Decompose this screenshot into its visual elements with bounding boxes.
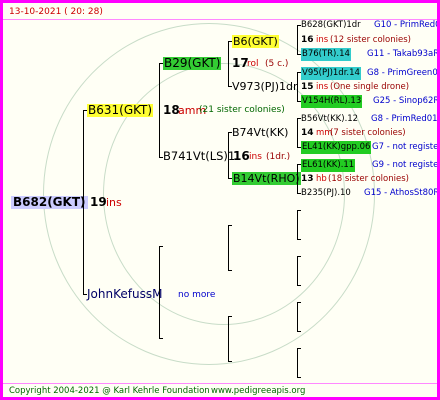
gen4-note: (7 sister colonies): [330, 128, 406, 138]
gen4-note: (18 sister colonies): [328, 174, 409, 184]
gen4-count: 15: [301, 82, 314, 92]
root-queen-name[interactable]: B682(GKT): [11, 196, 88, 209]
ff-bracket: [228, 41, 229, 87]
header-divider: [3, 19, 437, 20]
gen4-queen[interactable]: B76(TR).14: [301, 48, 351, 61]
bracket-tick: [297, 256, 301, 257]
bracket-tick: [297, 239, 301, 240]
gen4-queen[interactable]: B628(GKT)1dr: [301, 19, 361, 32]
fmf-bracket: [297, 118, 298, 148]
gen4-queen[interactable]: V154H(RL).13: [301, 95, 363, 108]
gen4-generation: G15 - AthosSt80R: [364, 188, 440, 198]
fm-note: (1dr.): [266, 152, 291, 162]
fff-bracket: [297, 25, 298, 55]
empty-bracket: [297, 210, 298, 240]
fff-queen-name[interactable]: B6(GKT): [232, 35, 279, 48]
ff-unit: rol: [247, 59, 259, 69]
footer-copyright: Copyright 2004-2021 @ Karl Kehrle Founda…: [9, 386, 210, 396]
gen4-unit: hb: [316, 174, 327, 184]
bracket-tick: [297, 210, 301, 211]
mother-bracket-top: [159, 246, 163, 247]
generated-date: 13-10-2021 ( 20: 28): [9, 7, 103, 17]
bracket-tick: [297, 331, 301, 332]
gen4-note: (One single drone): [330, 82, 410, 92]
pedigree-frame: 13-10-2021 ( 20: 28) B682(GKT) 19 ins B6…: [0, 0, 440, 400]
bracket-tick: [297, 285, 301, 286]
gen4-note: (12 sister colonies): [330, 35, 411, 45]
fm-unit: ins: [249, 152, 262, 162]
fmm-bracket: [297, 164, 298, 194]
bracket-tick: [228, 270, 232, 271]
gen4-generation: G11 - Takab93aR: [367, 49, 440, 59]
root-count: 19: [90, 195, 107, 209]
fmf-queen-name[interactable]: B74Vt(KK): [232, 126, 288, 139]
mother-queen-name[interactable]: JohnKefussM: [87, 288, 162, 301]
gen4-count: 14: [301, 128, 314, 138]
bracket-tick: [228, 316, 232, 317]
footer-url[interactable]: www.pedigreeapis.org: [211, 385, 305, 397]
gen4-generation: G10 - PrimRed01: [374, 20, 440, 30]
ffm-queen-name[interactable]: V973(PJ)1dr: [232, 80, 297, 93]
ff-queen-name[interactable]: B29(GKT): [163, 57, 222, 70]
gen4-queen[interactable]: B56Vt(KK).12: [301, 113, 358, 126]
gen4-generation: G8 - PrimRed01: [371, 114, 438, 124]
father-queen-name[interactable]: B631(GKT): [87, 104, 154, 117]
mm-bracket: [228, 316, 229, 362]
empty-bracket: [297, 256, 298, 286]
gen4-generation: G9 - not registe: [372, 160, 439, 170]
root-bracket: [83, 110, 84, 295]
gen4-queen[interactable]: EL61(KK).11: [301, 159, 356, 172]
bracket-tick: [297, 377, 301, 378]
gen4-count: 16: [301, 35, 314, 45]
ffm-bracket: [297, 72, 298, 102]
gen4-unit: ins: [316, 82, 329, 92]
empty-bracket: [297, 302, 298, 332]
bracket-tick: [297, 302, 301, 303]
root-unit: ins: [106, 196, 122, 209]
mother-bracket-bottom: [159, 338, 163, 339]
fm-bracket: [228, 132, 229, 179]
mf-bracket: [228, 225, 229, 271]
gen4-queen[interactable]: V95(PJ)1dr.14: [301, 67, 361, 80]
ff-note: (5 c.): [265, 59, 289, 69]
mother-bracket: [159, 246, 160, 339]
bracket-tick: [228, 361, 232, 362]
mother-note: no more: [178, 290, 216, 300]
gen4-count: 13: [301, 174, 314, 184]
bracket-tick: [297, 348, 301, 349]
gen4-queen[interactable]: B235(PJ).10: [301, 187, 351, 200]
gen4-unit: ins: [316, 35, 329, 45]
gen4-queen[interactable]: EL41(KK)gpp.06: [301, 141, 372, 154]
gen4-generation: G7 - not registe: [372, 142, 439, 152]
father-note: (21 sister colonies): [199, 105, 285, 115]
empty-bracket: [297, 348, 298, 378]
fm-queen-name[interactable]: B741Vt(LS)1: [163, 150, 235, 163]
fmm-queen-name[interactable]: B14Vt(RHO): [232, 172, 301, 185]
gen4-generation: G8 - PrimGreen00: [367, 68, 440, 78]
bracket-tick: [228, 225, 232, 226]
father-bracket: [159, 63, 160, 158]
fm-count: 16: [233, 149, 250, 163]
gen4-generation: G25 - Sinop62R: [373, 96, 440, 106]
footer-divider: [3, 383, 437, 384]
